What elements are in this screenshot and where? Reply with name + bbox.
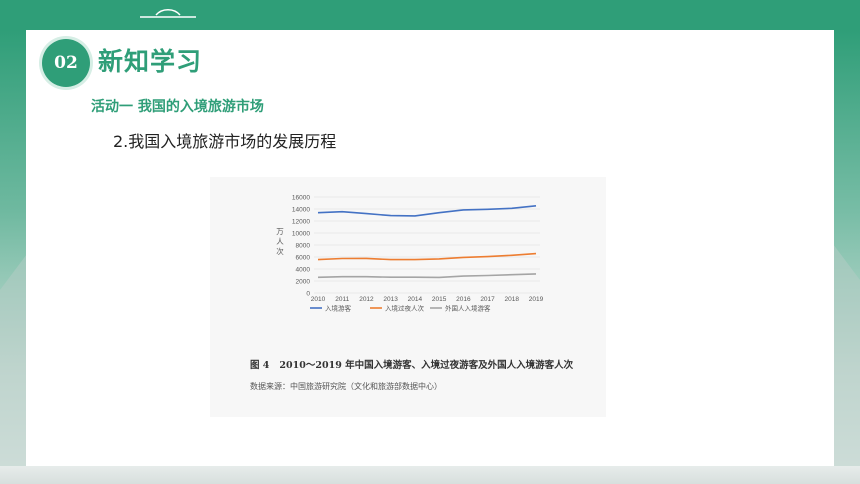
activity-heading: 活动一 我国的入境旅游市场 bbox=[91, 99, 264, 115]
y-tick-label: 0 bbox=[306, 291, 310, 298]
section-number-badge: 02 bbox=[42, 39, 90, 87]
subheading: 2.我国入境旅游市场的发展历程 bbox=[113, 132, 337, 151]
figure-source: 数据来源：中国旅游研究院（文化和旅游部数据中心） bbox=[250, 382, 442, 391]
y-tick-label: 12000 bbox=[292, 219, 310, 226]
figure-caption: 图 4 2010～2019 年中国入境游客、入境过夜游客及外国人入境游客人次 bbox=[250, 357, 583, 371]
legend-label: 入境游客 bbox=[325, 304, 352, 313]
x-tick-label: 2011 bbox=[335, 296, 349, 303]
x-tick-label: 2017 bbox=[480, 296, 495, 303]
y-tick-label: 8000 bbox=[296, 243, 311, 250]
series-line-3 bbox=[317, 273, 537, 279]
series-line-2 bbox=[317, 252, 537, 261]
x-tick-label: 2015 bbox=[432, 296, 447, 303]
figure-caption-text: 2010～2019 年中国入境游客、入境过夜游客及外国人入境游客人次 bbox=[279, 360, 574, 371]
legend-label: 入境过夜人次 bbox=[385, 304, 425, 313]
x-tick-label: 2013 bbox=[383, 296, 398, 303]
y-axis-label-char: 万 bbox=[276, 227, 284, 236]
bottom-band bbox=[0, 466, 860, 484]
y-axis-label-char: 人 bbox=[276, 237, 284, 246]
x-tick-label: 2016 bbox=[456, 296, 471, 303]
x-tick-label: 2012 bbox=[359, 296, 374, 303]
y-tick-label: 6000 bbox=[296, 255, 311, 262]
legend-label: 外国人入境游客 bbox=[445, 304, 491, 313]
y-tick-label: 14000 bbox=[292, 207, 310, 214]
x-tick-label: 2010 bbox=[311, 296, 326, 303]
y-tick-label: 2000 bbox=[296, 279, 311, 286]
wave-ornament-icon bbox=[140, 9, 196, 18]
series-line-1 bbox=[317, 205, 537, 217]
x-tick-label: 2014 bbox=[408, 296, 423, 303]
y-tick-label: 16000 bbox=[292, 195, 310, 202]
top-banner bbox=[0, 0, 860, 30]
x-tick-label: 2018 bbox=[505, 296, 520, 303]
y-axis-label-char: 次 bbox=[276, 246, 284, 256]
y-tick-label: 4000 bbox=[296, 267, 311, 274]
y-tick-label: 10000 bbox=[292, 231, 310, 238]
figure-number: 图 4 bbox=[250, 360, 270, 371]
x-tick-label: 2019 bbox=[529, 296, 544, 303]
section-title: 新知学习 bbox=[98, 47, 203, 76]
